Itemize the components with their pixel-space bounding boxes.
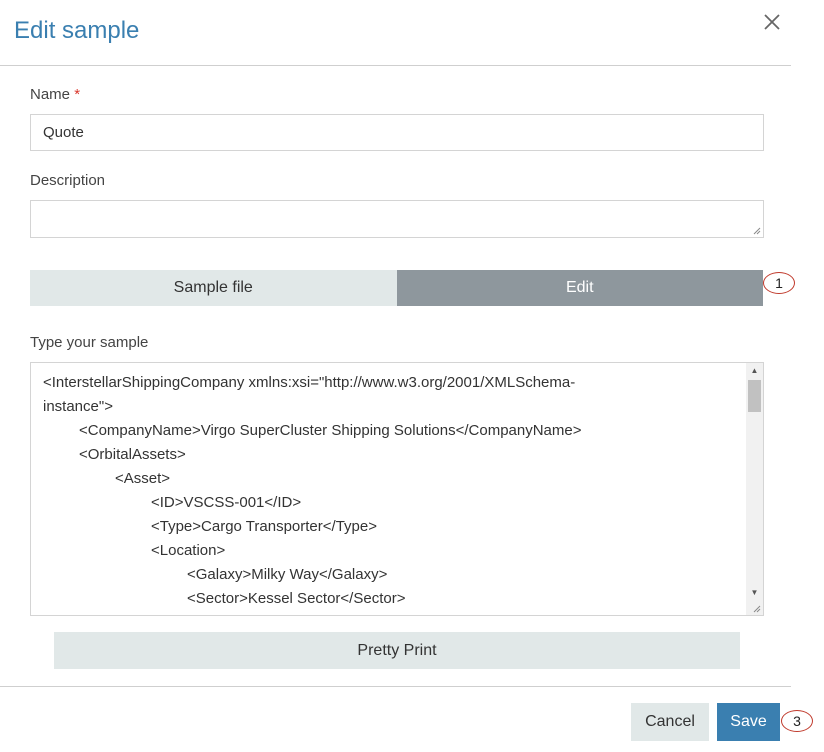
- close-button[interactable]: [760, 10, 784, 34]
- description-label: Description: [30, 172, 106, 189]
- code-line: instance">: [43, 398, 113, 415]
- code-line: <Type>Cargo Transporter</Type>: [151, 518, 377, 535]
- annotation-badge-3: 3: [781, 710, 813, 732]
- header-divider: [0, 65, 791, 66]
- scroll-up-icon[interactable]: ▲: [746, 363, 763, 377]
- code-line: <Sector>Kessel Sector</Sector>: [187, 590, 406, 607]
- code-line: <OrbitalAssets>: [79, 446, 186, 463]
- scroll-thumb[interactable]: [748, 380, 761, 412]
- sample-source-tabs: Sample file Edit: [30, 270, 763, 306]
- code-line: <CompanyName>Virgo SuperCluster Shipping…: [79, 422, 582, 439]
- code-line: <Location>: [151, 542, 226, 559]
- save-button[interactable]: Save: [717, 703, 780, 741]
- name-label: Name *: [30, 86, 80, 103]
- resize-grip-icon[interactable]: [753, 227, 761, 235]
- tab-edit[interactable]: Edit: [396, 270, 763, 306]
- code-line: <Asset>: [115, 470, 171, 487]
- dialog-title: Edit sample: [14, 17, 140, 44]
- cancel-button[interactable]: Cancel: [631, 703, 709, 741]
- code-line: <InterstellarShippingCompany xmlns:xsi="…: [43, 374, 576, 391]
- sample-label: Type your sample: [30, 334, 149, 351]
- resize-grip-icon[interactable]: [753, 605, 761, 613]
- pretty-print-button[interactable]: Pretty Print: [54, 632, 740, 669]
- edit-sample-dialog: Edit sample Name * Description Sample fi…: [0, 0, 824, 752]
- required-marker: *: [74, 86, 81, 103]
- scroll-down-icon[interactable]: ▼: [746, 585, 763, 599]
- name-label-text: Name: [30, 86, 71, 103]
- tab-sample-file[interactable]: Sample file: [30, 270, 397, 306]
- code-line: <Galaxy>Milky Way</Galaxy>: [187, 566, 388, 583]
- footer-divider: [0, 686, 791, 687]
- sample-scrollbar[interactable]: ▲ ▼: [746, 363, 763, 615]
- name-input[interactable]: [30, 114, 764, 151]
- code-line: <ID>VSCSS-001</ID>: [151, 494, 302, 511]
- description-input[interactable]: [30, 200, 764, 238]
- sample-textarea[interactable]: <InterstellarShippingCompany xmlns:xsi="…: [30, 362, 764, 616]
- annotation-badge-1: 1: [763, 272, 795, 294]
- sample-code: <InterstellarShippingCompany xmlns:xsi="…: [43, 371, 743, 611]
- close-icon: [764, 14, 780, 30]
